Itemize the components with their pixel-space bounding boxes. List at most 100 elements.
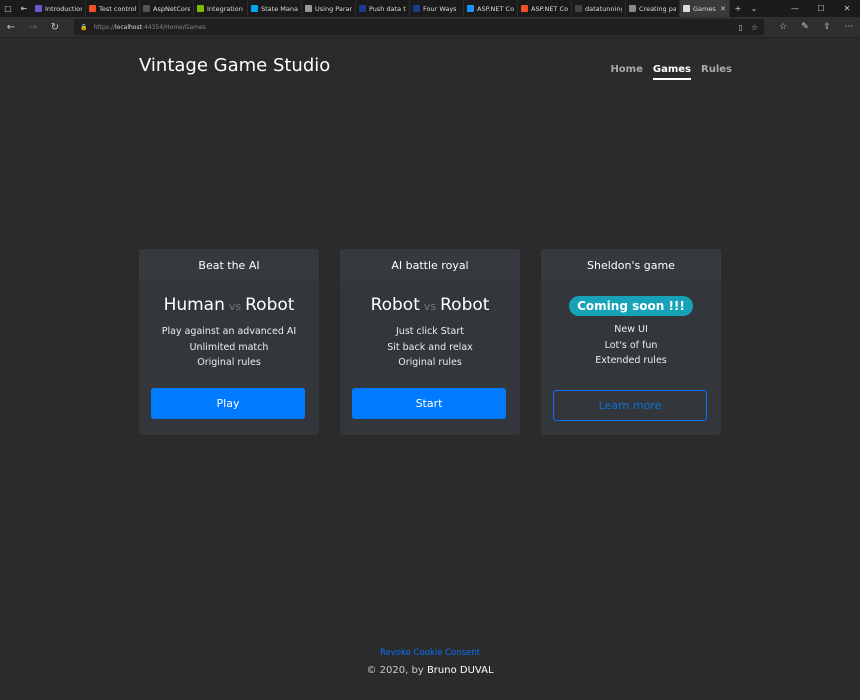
browser-tab[interactable]: Push data t [356, 0, 410, 17]
browser-tab[interactable]: AspNetCore [140, 0, 194, 17]
favicon-icon [89, 5, 96, 12]
close-tab-icon[interactable]: ✕ [720, 5, 726, 13]
favicon-icon [521, 5, 528, 12]
tab-label: Creating pa [639, 4, 676, 13]
browser-tab[interactable]: Creating pa [626, 0, 680, 17]
player-left: Robot [370, 295, 420, 315]
game-card-sheldons-game: Sheldon's game Coming soon !!! New UI Lo… [541, 249, 721, 435]
tab-label: Integration [207, 4, 243, 13]
forward-icon[interactable]: → [22, 22, 44, 33]
feature-item: Play against an advanced AI [161, 326, 297, 337]
favicon-icon [413, 5, 420, 12]
player-right: Robot [245, 295, 295, 315]
tab-label: Games [693, 4, 716, 13]
feature-item: Original rules [197, 357, 261, 368]
nav-rules-link[interactable]: Rules [701, 64, 732, 80]
author-name: Bruno DUVAL [426, 665, 494, 676]
url-scheme: https:// [93, 23, 115, 31]
set-aside-tabs-icon[interactable]: ⇤ [16, 0, 32, 17]
feature-item: Extended rules [595, 355, 667, 366]
feature-item: New UI [614, 324, 648, 335]
player-right: Robot [440, 295, 490, 315]
feature-item: Unlimited match [189, 341, 269, 353]
browser-tab[interactable]: datatunning [572, 0, 626, 17]
lock-icon: 🔒 [80, 23, 88, 31]
browser-tab[interactable]: Four Ways [410, 0, 464, 17]
feature-item: Sit back and relax [387, 341, 473, 353]
tab-strip: Introduction Test control AspNetCore Integr… [32, 0, 730, 17]
card-title: AI battle royal [340, 249, 520, 281]
more-icon[interactable]: ⋯ [838, 22, 860, 32]
share-icon[interactable]: ⇪ [816, 22, 838, 32]
tab-actions-icon[interactable]: ▢ [0, 0, 16, 17]
favorite-star-icon[interactable]: ☆ [751, 23, 758, 32]
browser-address-bar: ← → ↻ 🔒 https://localhost:44354/Home/Gam… [0, 17, 860, 38]
close-window-icon[interactable]: ✕ [834, 4, 860, 13]
feature-item: Just click Start [396, 326, 464, 337]
browser-tab[interactable]: ASP.NET Co [518, 0, 572, 17]
tab-list-chevron-icon[interactable]: ⌄ [746, 0, 762, 17]
copyright: © 2020, by Bruno DUVAL [0, 665, 860, 676]
start-button[interactable]: Start [352, 388, 506, 419]
feature-item: Lot's of fun [604, 339, 658, 351]
feature-item: Original rules [398, 357, 462, 368]
revoke-cookie-consent-link[interactable]: Revoke Cookie Consent [0, 648, 860, 658]
tab-label: Four Ways [423, 4, 457, 13]
tab-label: ASP.NET Co [477, 4, 514, 13]
main-nav: Home Games Rules [610, 64, 732, 80]
favicon-icon [575, 5, 582, 12]
feature-list: New UI Lot's of fun Extended rules [541, 322, 721, 369]
favicon-icon [683, 5, 690, 12]
player-left: Human [163, 295, 225, 315]
tab-label: ASP.NET Co [531, 4, 568, 13]
game-card-ai-battle-royal: AI battle royal Robot vs Robot Just click … [340, 249, 520, 435]
vs-label: vs [423, 300, 437, 313]
tab-label: Using Parar [315, 4, 352, 13]
tab-label: datatunning [585, 4, 622, 13]
reading-view-icon[interactable]: ▯ [738, 23, 742, 32]
browser-tab[interactable]: ASP.NET Co [464, 0, 518, 17]
feature-list: Just click Start Sit back and relax Orig… [340, 324, 520, 371]
favicon-icon [143, 5, 150, 12]
learn-more-button[interactable]: Learn more [553, 390, 707, 421]
window-controls: — ☐ ✕ [782, 4, 860, 13]
browser-tab[interactable]: State Mana [248, 0, 302, 17]
browser-tab[interactable]: Using Parar [302, 0, 356, 17]
card-title: Sheldon's game [541, 249, 721, 281]
refresh-icon[interactable]: ↻ [44, 22, 66, 33]
maximize-icon[interactable]: ☐ [808, 4, 834, 13]
browser-tab[interactable]: Test control [86, 0, 140, 17]
favicon-icon [305, 5, 312, 12]
browser-tab[interactable]: Introduction [32, 0, 86, 17]
vs-label: vs [228, 300, 242, 313]
matchup: Human vs Robot [139, 295, 319, 315]
favicon-icon [467, 5, 474, 12]
site-brand[interactable]: Vintage Game Studio [139, 55, 330, 76]
card-title: Beat the AI [139, 249, 319, 281]
favicon-icon [35, 5, 42, 12]
tab-label: State Mana [261, 4, 298, 13]
favicon-icon [251, 5, 258, 12]
url-path: :44354/Home/Games [141, 23, 206, 31]
matchup: Robot vs Robot [340, 295, 520, 315]
nav-games-link[interactable]: Games [652, 64, 692, 80]
notes-pen-icon[interactable]: ✎ [794, 22, 816, 32]
new-tab-icon[interactable]: + [730, 0, 746, 17]
browser-tab[interactable]: Games ✕ [680, 0, 730, 17]
feature-list: Play against an advanced AI Unlimited ma… [139, 324, 319, 371]
url-host: localhost [115, 23, 142, 31]
browser-tab[interactable]: Integration [194, 0, 248, 17]
nav-home-link[interactable]: Home [610, 64, 642, 80]
minimize-icon[interactable]: — [782, 4, 808, 13]
favicon-icon [629, 5, 636, 12]
url-field[interactable]: 🔒 https://localhost:44354/Home/Games ▯ ☆ [74, 19, 764, 35]
favorites-icon[interactable]: ☆ [772, 22, 794, 32]
play-button[interactable]: Play [151, 388, 305, 419]
tab-label: Push data t [369, 4, 406, 13]
game-card-beat-the-ai: Beat the AI Human vs Robot Play against an… [139, 249, 319, 435]
back-icon[interactable]: ← [0, 22, 22, 33]
favicon-icon [197, 5, 204, 12]
tab-label: Test control [99, 4, 136, 13]
browser-toolbar: ☆ ✎ ⇪ ⋯ [772, 22, 860, 32]
tab-label: AspNetCore [153, 4, 190, 13]
